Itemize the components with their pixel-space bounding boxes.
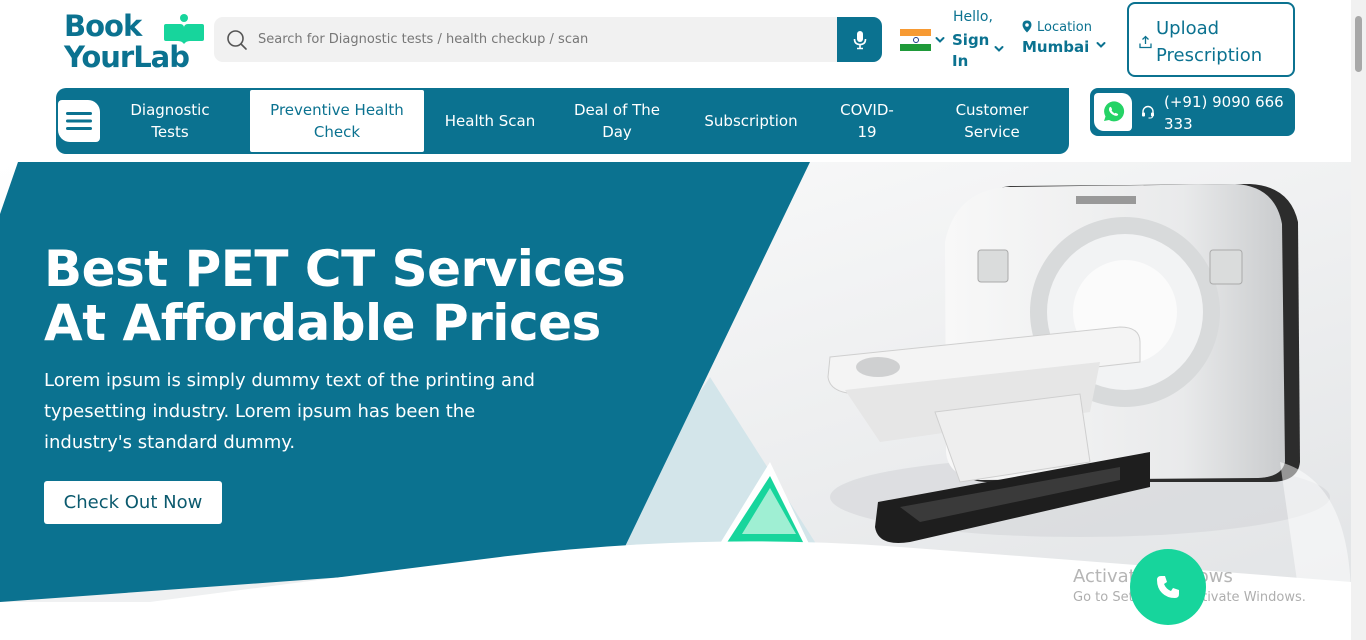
upload-icon	[1139, 35, 1152, 49]
nav-item-deal-of-the-day[interactable]: Deal of The Day	[562, 88, 672, 154]
location-pin-icon	[1022, 20, 1032, 33]
nav-item-diagnostic-tests[interactable]: Diagnostic Tests	[110, 88, 230, 154]
nav-item-subscription[interactable]: Subscription	[694, 88, 808, 154]
microphone-icon	[853, 30, 866, 49]
search-bar	[214, 17, 882, 62]
location-selector[interactable]: Mumbai	[1022, 38, 1089, 56]
whatsapp-button[interactable]	[1094, 93, 1132, 131]
contact-phone-number[interactable]: (+91) 9090 666 333	[1164, 91, 1292, 135]
scrollbar-thumb[interactable]	[1355, 16, 1362, 72]
hamburger-menu-icon	[66, 112, 92, 130]
chevron-down-icon[interactable]	[1096, 40, 1106, 50]
hero-banner: Best PET CT Services At Affordable Price…	[0, 162, 1351, 602]
floating-call-button[interactable]	[1130, 549, 1206, 625]
account-greeting: Hello,	[953, 9, 993, 25]
check-out-now-button[interactable]: Check Out Now	[44, 481, 222, 524]
brand-logo[interactable]: Book YourLab	[62, 10, 208, 72]
nav-item-covid-19[interactable]: COVID-19	[834, 88, 900, 154]
brand-line-1: Book	[64, 9, 142, 43]
nav-item-health-scan[interactable]: Health Scan	[440, 88, 540, 154]
voice-search-button[interactable]	[837, 17, 882, 62]
search-input[interactable]	[258, 17, 838, 62]
page-scrollbar[interactable]	[1351, 0, 1366, 640]
chevron-down-icon[interactable]	[935, 35, 945, 45]
nav-item-preventive-health-check[interactable]: Preventive Health Check	[250, 90, 424, 152]
brand-line-2: YourLab	[64, 40, 190, 74]
upload-prescription-button[interactable]: Upload Prescription	[1127, 2, 1295, 77]
main-nav: Diagnostic Tests Preventive Health Check…	[56, 88, 1069, 154]
phone-icon	[1157, 576, 1179, 598]
search-icon	[227, 30, 247, 50]
location-label: Location	[1037, 20, 1092, 35]
chevron-down-icon[interactable]	[994, 44, 1004, 54]
headset-icon	[1142, 105, 1154, 119]
hero-title: Best PET CT Services At Affordable Price…	[44, 240, 626, 352]
nav-item-customer-service[interactable]: Customer Service	[940, 88, 1044, 154]
hero-description: Lorem ipsum is simply dummy text of the …	[44, 370, 535, 453]
sign-in-link[interactable]: Sign In	[952, 30, 992, 72]
contact-box: (+91) 9090 666 333	[1090, 88, 1295, 136]
upload-prescription-label: Upload Prescription	[1156, 18, 1263, 66]
india-flag-icon[interactable]	[900, 29, 931, 51]
hamburger-menu-button[interactable]	[58, 100, 100, 142]
whatsapp-icon	[1104, 101, 1125, 122]
